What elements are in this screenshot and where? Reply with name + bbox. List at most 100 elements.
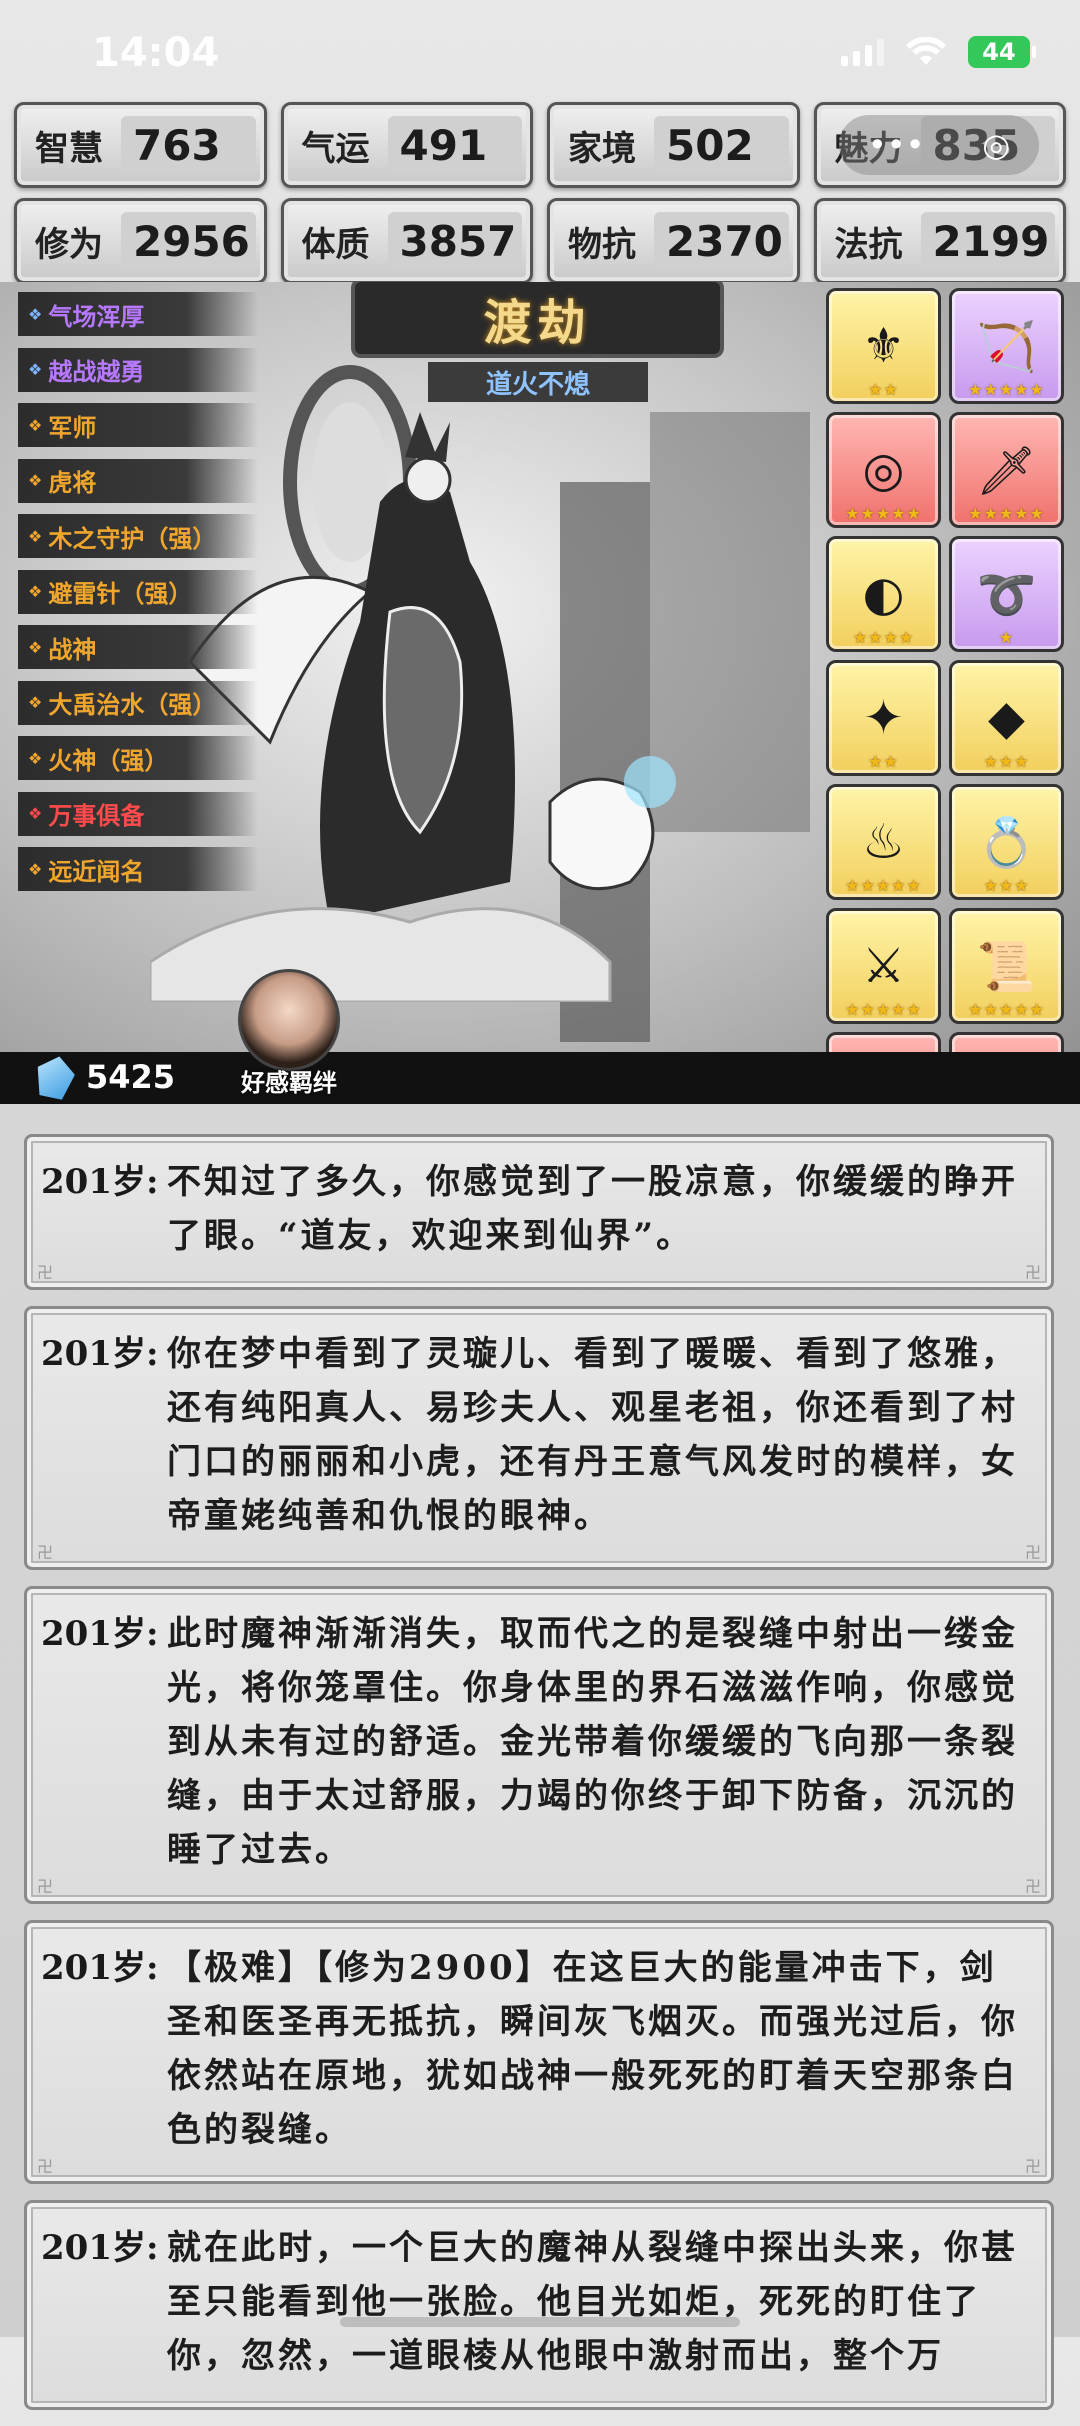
incense-burner-icon[interactable]: ♨ ★★★★★ [826,784,941,900]
log-entry: 201岁: 不知过了多久，你感觉到了一股凉意，你缓缓的睁开了眼。“道友，欢迎来到仙… [24,1134,1054,1290]
diamond-icon: ❖ [28,859,43,879]
diamond-icon: ❖ [28,526,43,546]
event-log[interactable]: 201岁: 不知过了多久，你感觉到了一股凉意，你缓缓的睁开了眼。“道友，欢迎来到仙… [24,1134,1054,2426]
star-rating: ★★★ [983,752,1030,771]
stat-label: 体质 [301,224,370,265]
star-rating: ★★★★★ [968,1000,1045,1019]
trait-item[interactable]: ❖ 气场浑厚 [18,292,258,336]
star-rating: ★★★★★ [968,504,1045,523]
trait-label: 战神 [48,635,97,664]
diamond-icon: ❖ [28,804,43,823]
scroll-icon[interactable]: 📜 ★★★★★ [949,908,1064,1024]
trait-label: 远近闻名 [48,857,145,886]
trait-item[interactable]: ❖ 大禹治水（强） [18,680,258,725]
trait-item[interactable]: ❖ 军师 [18,403,258,447]
bracelet-icon[interactable]: ◐ ★★★★ [826,536,941,652]
more-icon[interactable]: ••• [868,126,925,164]
corner-ornament-icon: 卍 [37,1263,54,1282]
wifi-icon [906,37,946,65]
trait-item[interactable]: ❖ 火神（强） [18,736,258,780]
trait-list[interactable]: ❖ 气场浑厚 ❖ 越战越勇 ❖ 军师 ❖ 虎将 ❖ 木之守护（强） ❖ 避雷针（强） ❖ 战神… [18,292,258,903]
trait-item[interactable]: ❖ 远近闻名 [18,847,258,891]
trait-label: 军师 [48,413,97,442]
star-rating: ★★ [868,380,899,399]
status-bar: 14:04 44 [0,0,1080,100]
trait-item[interactable]: ❖ 虎将 [18,458,258,503]
log-age: 201岁: [41,2228,159,2268]
status-icons: 44 [841,36,1036,68]
log-text: 就在此时，一个巨大的魔神从裂缝中探出头来，你甚至只能看到他一张脸。他目光如炬，死… [167,2228,1018,2376]
log-entry: 201岁: 你在梦中看到了灵璇儿、看到了暖暖、看到了悠雅，还有纯阳真人、易珍夫人、… [24,1306,1054,1570]
log-text: 此时魔神渐渐消失，取而代之的是裂缝中射出一缕金光，将你笼罩住。你身体里的界石滋滋… [167,1614,1018,1870]
stat-magic-resist[interactable]: 法抗 2199 [813,198,1066,284]
blade-icon[interactable]: ⚔ ★★★★★ [826,908,941,1024]
stat-charm[interactable]: 魅力 835 ••• ◎ [813,102,1066,188]
stat-family[interactable]: 家境 502 [547,102,800,188]
trait-item[interactable]: ❖ 万事俱备 [18,791,258,836]
stat-luck[interactable]: 气运 491 [280,102,533,188]
stat-label: 法抗 [834,224,903,265]
stat-constitution[interactable]: 体质 3857 [280,198,533,284]
affection-bond-button[interactable]: 好感羁绊 [238,969,340,1098]
trait-item[interactable]: ❖ 避雷针（强） [18,569,258,614]
stat-value: 3857 [387,212,522,270]
corner-ornament-icon: 卍 [37,1543,54,1562]
stat-label: 家境 [568,128,636,169]
stat-label: 修为 [35,224,103,265]
corner-ornament-icon: 卍 [1024,2157,1041,2176]
trait-label: 木之守护（强） [48,524,217,553]
log-entry: 201岁: 【极难】【修为2900】在这巨大的能量冲击下，剑圣和医圣再无抵抗，瞬间… [24,1920,1054,2184]
corner-ornament-icon: 卍 [1024,1543,1041,1562]
stat-label: 物抗 [568,224,636,265]
gem-amount: 5425 [86,1058,176,1096]
log-age: 201岁: [41,1614,159,1654]
ring-dragon-icon[interactable]: ➰ ★ [949,536,1064,652]
golden-scepter-icon[interactable]: ⚜ ★★ [826,288,941,404]
stat-wisdom[interactable]: 智慧 763 [14,102,267,188]
trait-label: 气场浑厚 [48,302,145,331]
trait-item[interactable]: ❖ 战神 [18,625,258,669]
status-time: 14:04 [92,30,220,76]
trait-label: 万事俱备 [48,802,145,830]
affection-bond-label: 好感羁绊 [241,1069,337,1097]
crossbow-icon[interactable]: 🏹 ★★★★★ [949,288,1064,404]
mini-program-capsule[interactable]: ••• ◎ [839,115,1039,175]
gold-ring-icon[interactable]: 💍 ★★★ [949,784,1064,900]
corner-ornament-icon: 卍 [37,1877,54,1896]
log-entry: 201岁: 此时魔神渐渐消失，取而代之的是裂缝中射出一缕金光，将你笼罩住。你身体里… [24,1586,1054,1904]
stat-physical-resist[interactable]: 物抗 2370 [547,198,800,284]
gem-counter[interactable]: 5425 [36,1056,175,1098]
star-rating: ★★★★★ [845,876,922,895]
cellular-signal-icon [841,38,884,66]
stat-value: 763 [121,116,256,174]
home-indicator[interactable] [340,2317,740,2327]
corner-ornament-icon: 卍 [1024,1263,1041,1282]
stat-cultivation[interactable]: 修为 2956 [14,198,267,284]
mirror-icon[interactable]: ◎ ★★★★★ [826,412,941,528]
stat-label: 气运 [301,128,370,169]
gem-icon [32,1053,78,1102]
trait-item[interactable]: ❖ 木之守护（强） [18,514,258,558]
stat-value: 2956 [121,212,256,270]
sword-icon[interactable]: 🗡 ★★★★★ [949,412,1064,528]
stat-value: 491 [387,116,522,174]
stat-value: 2370 [654,212,789,270]
log-text: 【极难】【修为2900】在这巨大的能量冲击下，剑圣和医圣再无抵抗，瞬间灰飞烟灭。… [167,1948,1018,2150]
star-rating: ★★★★ [852,628,915,647]
fan-icon[interactable]: ✦ ★★ [826,660,941,776]
attribute-panel: 智慧 763 气运 491 家境 502 魅力 835 ••• ◎ 修为 2956 体质 3… [14,102,1066,284]
stat-label: 智慧 [35,128,103,169]
star-rating: ★★★★★ [845,1000,922,1019]
stage-banner: 渡劫 [355,282,720,354]
trait-label: 避雷针（强） [48,580,193,608]
close-icon[interactable]: ◎ [982,126,1010,164]
trait-item[interactable]: ❖ 越战越勇 [18,347,258,392]
character-scene: ❖ 气场浑厚 ❖ 越战越勇 ❖ 军师 ❖ 虎将 ❖ 木之守护（强） ❖ 避雷针（强） ❖ 战神… [0,282,1080,1104]
corner-ornament-icon: 卍 [1024,1877,1041,1896]
crystal-icon[interactable]: ◆ ★★★ [949,660,1064,776]
stage-title: 渡劫 [483,295,592,351]
diamond-icon: ❖ [28,471,43,490]
trait-label: 越战越勇 [48,358,145,386]
battery-level: 44 [982,38,1016,66]
diamond-icon: ❖ [28,748,43,768]
